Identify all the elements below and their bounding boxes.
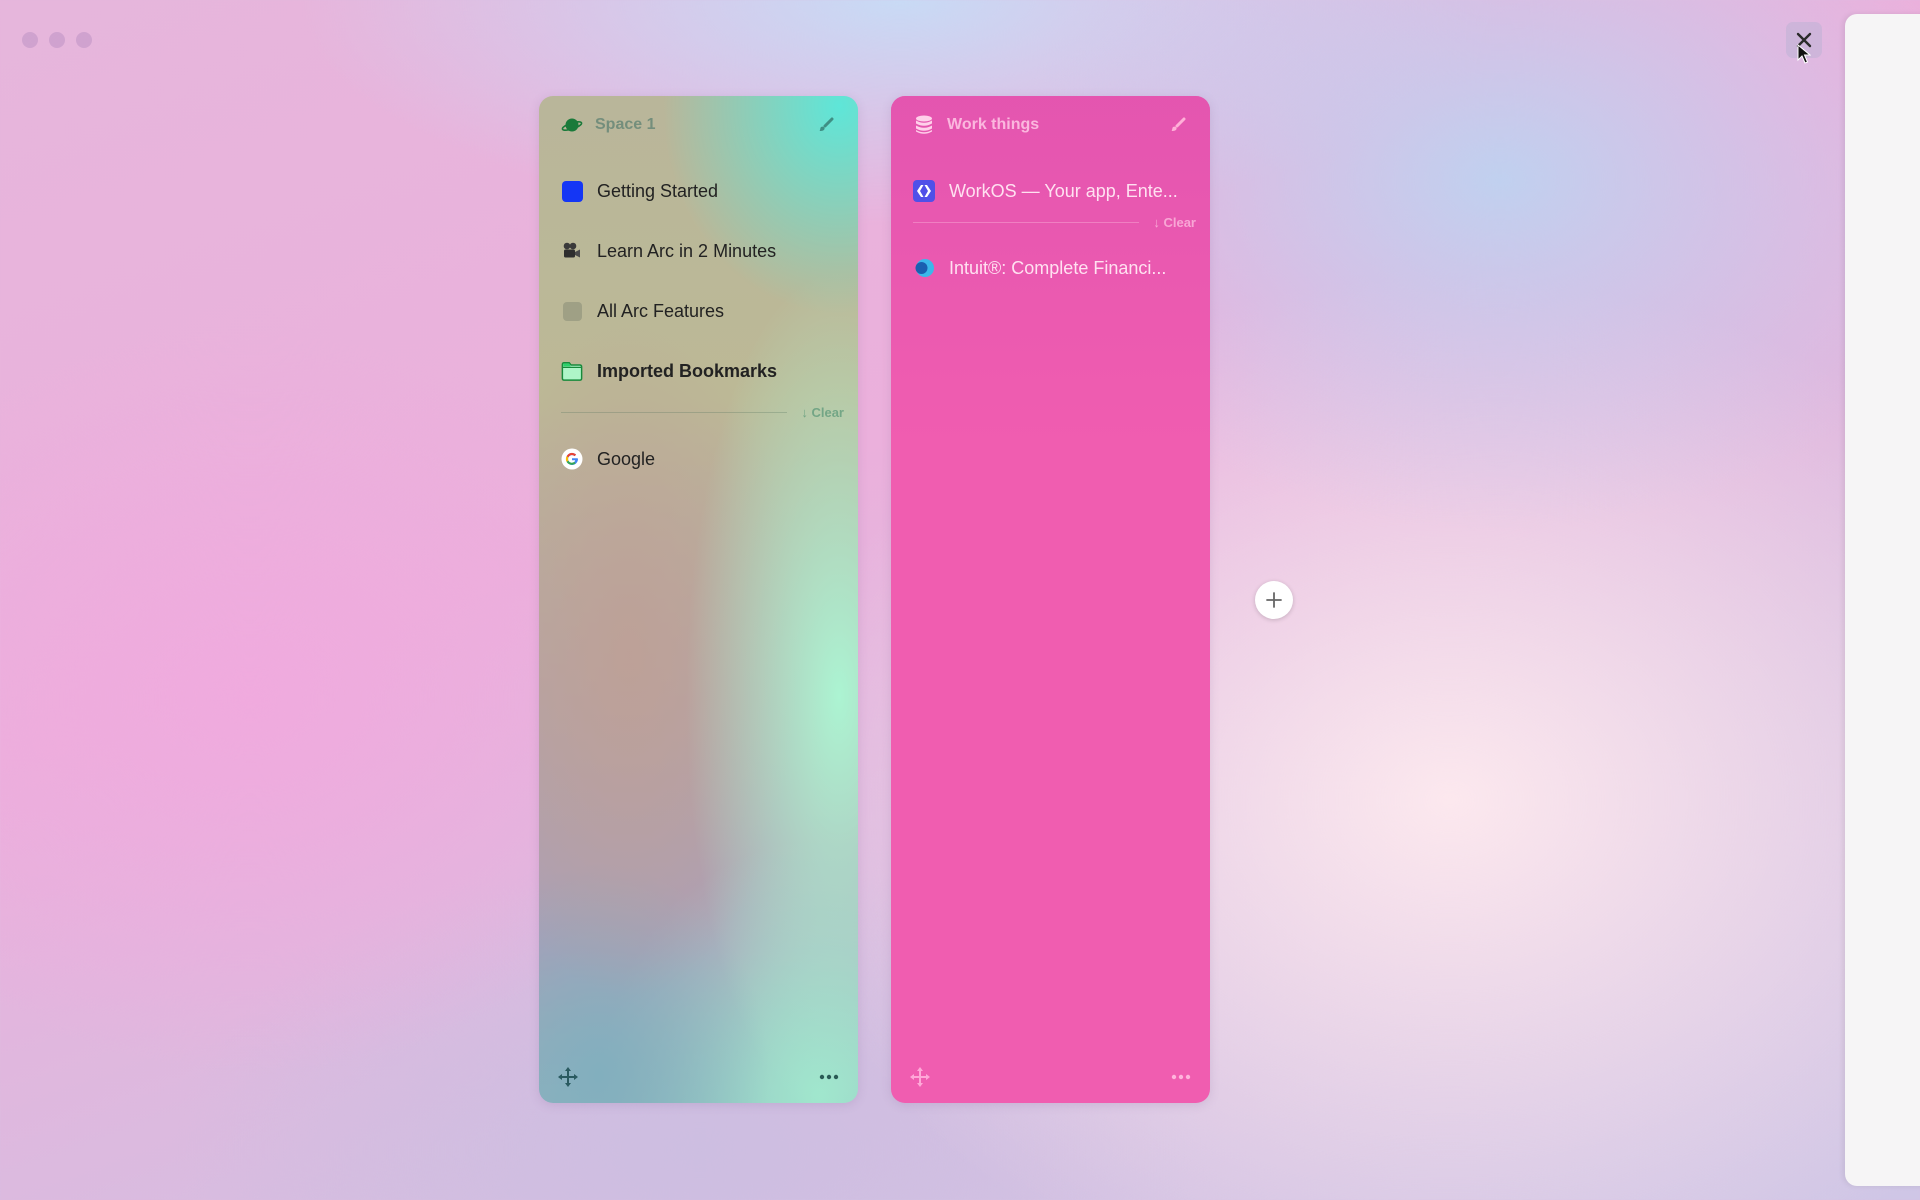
window-traffic-lights	[22, 32, 92, 48]
divider-line	[913, 221, 1140, 223]
move-arrows-icon[interactable]	[555, 1065, 581, 1089]
workos-icon	[913, 180, 935, 202]
space-title[interactable]: Space 1	[595, 116, 655, 134]
divider-line	[561, 411, 788, 413]
blue-square-icon	[561, 180, 583, 202]
gray-square-icon	[561, 300, 583, 322]
tab-label: Learn Arc in 2 Minutes	[597, 240, 777, 261]
today-divider: ↓ Clear	[913, 212, 1196, 232]
space-title[interactable]: Work things	[947, 116, 1039, 134]
space-footer	[907, 1065, 1194, 1089]
pinned-tab-workos[interactable]: WorkOS — Your app, Ente...	[913, 176, 1188, 206]
paintbrush-icon[interactable]	[1168, 115, 1188, 135]
planet-icon	[561, 114, 583, 136]
window-zoom-button[interactable]	[76, 32, 92, 48]
tab-label: Getting Started	[597, 180, 719, 201]
space-header: Work things	[913, 114, 1188, 136]
space-footer	[555, 1065, 842, 1089]
pinned-tab-learn-arc[interactable]: Learn Arc in 2 Minutes	[561, 236, 836, 266]
browser-content-panel	[1845, 14, 1920, 1186]
today-tab-intuit[interactable]: Intuit®: Complete Financi...	[913, 253, 1188, 283]
pinned-tab-getting-started[interactable]: Getting Started	[561, 176, 836, 206]
today-divider: ↓ Clear	[561, 402, 844, 422]
mouse-cursor-icon	[1797, 44, 1811, 64]
more-dots-icon[interactable]	[816, 1065, 842, 1089]
plus-icon	[1266, 592, 1282, 608]
more-dots-icon[interactable]	[1168, 1065, 1194, 1089]
window-minimize-button[interactable]	[49, 32, 65, 48]
space-header: Space 1	[561, 114, 836, 136]
pinned-folder-imported-bookmarks[interactable]: Imported Bookmarks	[561, 356, 836, 386]
intuit-icon	[913, 257, 935, 279]
google-icon	[561, 448, 583, 470]
folder-icon	[561, 360, 583, 382]
tab-label: Intuit®: Complete Financi...	[949, 257, 1167, 278]
database-stack-icon	[913, 114, 935, 136]
today-tab-google[interactable]: Google	[561, 444, 836, 474]
space-card-space-1[interactable]: Space 1 Getting Started Learn Arc in 2 M…	[539, 96, 858, 1103]
tab-label: WorkOS — Your app, Ente...	[949, 180, 1178, 201]
window-close-button[interactable]	[22, 32, 38, 48]
paintbrush-icon[interactable]	[816, 115, 836, 135]
add-space-button[interactable]	[1255, 581, 1293, 619]
tab-label: All Arc Features	[597, 300, 725, 321]
clear-today-tabs-button[interactable]: ↓ Clear	[801, 405, 844, 420]
movie-camera-icon	[561, 240, 583, 262]
tab-label: Imported Bookmarks	[597, 360, 778, 381]
space-card-work-things[interactable]: Work things WorkOS — Your app, Ente... ↓…	[891, 96, 1210, 1103]
tab-label: Google	[597, 448, 656, 469]
pinned-tab-all-arc-features[interactable]: All Arc Features	[561, 296, 836, 326]
move-arrows-icon[interactable]	[907, 1065, 933, 1089]
clear-today-tabs-button[interactable]: ↓ Clear	[1153, 215, 1196, 230]
